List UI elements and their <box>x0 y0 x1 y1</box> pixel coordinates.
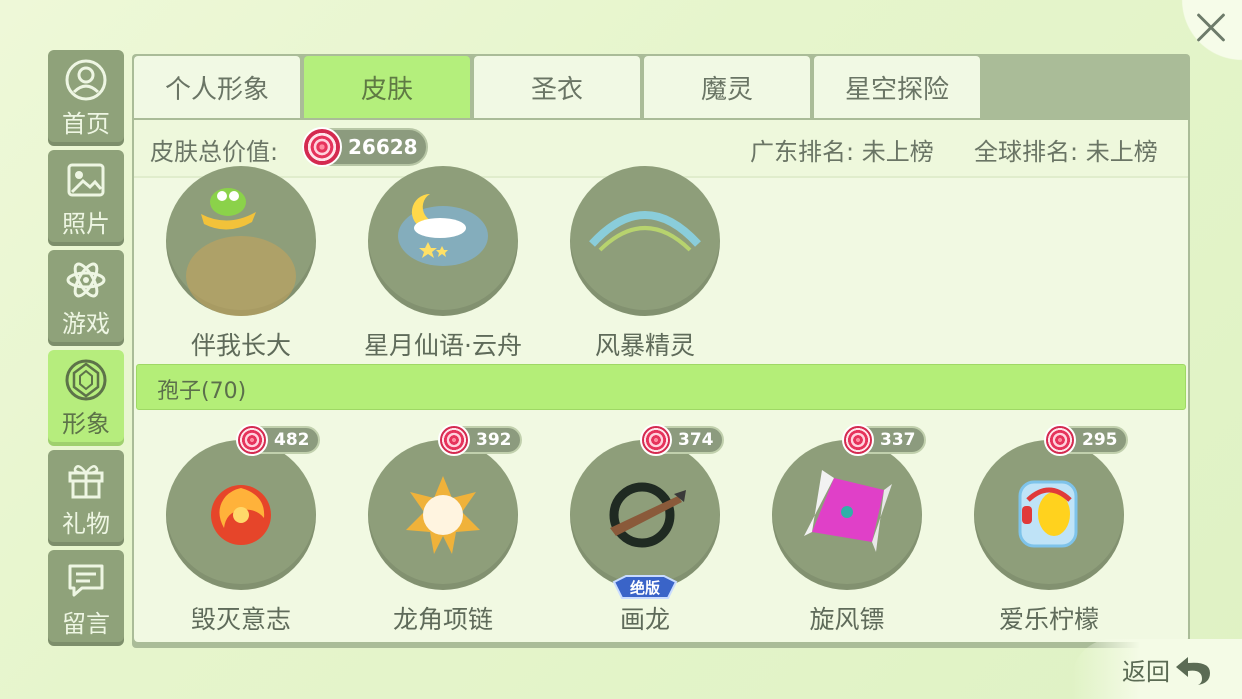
skin-thumbnail <box>570 166 720 316</box>
skin-item[interactable]: 风暴精灵 <box>550 166 740 362</box>
shop-item[interactable]: 482 毁灭意志 <box>146 424 336 636</box>
shuriken-icon <box>804 470 892 552</box>
shop-item[interactable]: 374 绝版 画龙 <box>550 424 740 636</box>
tab-spirits[interactable]: 魔灵 <box>644 56 810 118</box>
sidebar-item-avatar[interactable]: 形象 <box>48 350 124 446</box>
section-title: 孢子(70) <box>157 379 247 404</box>
skin-name: 毁灭意志 <box>190 605 291 634</box>
sidebar-item-label: 照片 <box>62 209 110 238</box>
skin-thumbnail <box>368 166 518 316</box>
sidebar-item-label: 首页 <box>62 109 110 138</box>
photo-icon <box>67 163 105 196</box>
skin-name: 旋风镖 <box>809 605 885 634</box>
sidebar: 首页 照片 游戏 形象 礼物 留言 <box>48 50 124 650</box>
total-value: 26628 <box>348 135 418 159</box>
skin-thumbnail: 337 <box>772 424 926 590</box>
global-rank: 全球排名: 未上榜 <box>974 138 1158 166</box>
lemon-headphone-icon <box>1018 480 1078 548</box>
moon-cloud-icon <box>398 193 488 266</box>
gift-icon <box>68 464 104 498</box>
sun-necklace-icon <box>406 476 480 554</box>
skin-item[interactable]: 星月仙语·云舟 <box>348 166 538 362</box>
skin-name: 星月仙语·云舟 <box>364 331 522 360</box>
return-arrow-icon <box>1176 656 1210 685</box>
sidebar-item-label: 留言 <box>62 609 110 638</box>
skin-thumbnail: 374 绝版 <box>570 424 724 599</box>
guangdong-rank: 广东排名: 未上榜 <box>750 138 934 166</box>
skin-thumbnail: 392 <box>368 424 522 590</box>
sidebar-item-gifts[interactable]: 礼物 <box>48 450 124 546</box>
brush-dragon-icon <box>609 482 686 548</box>
shop-item[interactable]: 337 旋风镖 <box>752 424 942 636</box>
sidebar-item-games[interactable]: 游戏 <box>48 250 124 346</box>
skin-name: 爱乐柠檬 <box>998 605 1099 634</box>
skin-name: 龙角项链 <box>392 605 493 634</box>
diamond-icon <box>65 359 107 400</box>
skin-name: 伴我长大 <box>190 331 291 360</box>
badge-text: 绝版 <box>630 579 660 597</box>
main-panel: 个人形象 皮肤 圣衣 魔灵 星空探险 皮肤总价值: 26628 广东排名: 未上… <box>132 54 1190 648</box>
skin-name: 画龙 <box>619 605 670 634</box>
tab-star-explore[interactable]: 星空探险 <box>814 56 980 118</box>
tab-skins[interactable]: 皮肤 <box>304 56 470 118</box>
sidebar-item-messages[interactable]: 留言 <box>48 550 124 646</box>
spore-coin-icon <box>302 127 342 167</box>
tab-bar: 个人形象 皮肤 圣衣 魔灵 星空探险 <box>134 56 984 118</box>
skin-thumbnail: 295 <box>974 424 1128 590</box>
sidebar-item-label: 游戏 <box>62 309 110 338</box>
shop-item[interactable]: 392 龙角项链 <box>348 424 538 636</box>
swirl-flame-icon <box>211 485 271 545</box>
total-value-label: 皮肤总价值: <box>150 138 279 166</box>
back-label: 返回 <box>1122 658 1170 686</box>
tab-profile[interactable]: 个人形象 <box>134 56 300 118</box>
message-icon <box>68 564 104 596</box>
skin-thumbnail <box>166 166 316 316</box>
close-icon[interactable] <box>1188 6 1232 50</box>
frog-crown-icon <box>186 188 296 316</box>
sidebar-item-label: 形象 <box>62 409 110 438</box>
atom-icon <box>66 262 106 297</box>
sidebar-item-photos[interactable]: 照片 <box>48 150 124 246</box>
sidebar-item-home[interactable]: 首页 <box>48 50 124 146</box>
back-button[interactable]: 返回 <box>1122 652 1212 687</box>
tab-holy-clothes[interactable]: 圣衣 <box>474 56 640 118</box>
shop-item[interactable]: 295 爱乐柠檬 <box>954 424 1144 636</box>
sidebar-item-label: 礼物 <box>62 509 110 538</box>
skins-content: 皮肤总价值: 26628 广东排名: 未上榜 全球排名: 未上榜 伴我长大 星月… <box>134 120 1188 642</box>
storm-bubble-icon <box>589 211 701 252</box>
skin-thumbnail: 482 <box>166 424 320 590</box>
total-value-badge: 26628 <box>302 127 428 167</box>
out-of-print-badge: 绝版 <box>612 575 678 599</box>
section-header: 孢子(70) <box>136 364 1186 410</box>
user-icon <box>65 59 107 100</box>
skin-name: 风暴精灵 <box>594 331 695 360</box>
skin-item[interactable]: 伴我长大 <box>146 166 336 362</box>
